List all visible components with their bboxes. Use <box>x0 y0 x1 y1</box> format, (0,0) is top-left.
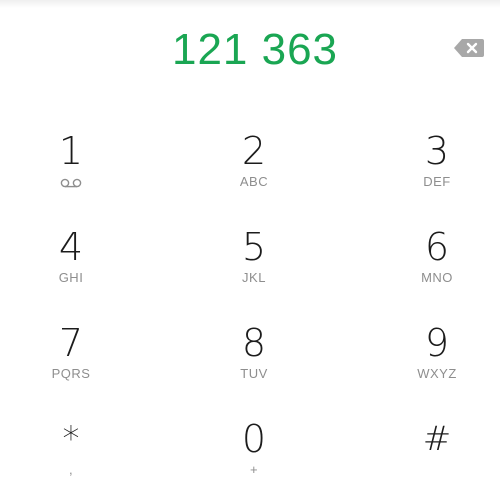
key-digit: 7 <box>58 321 84 365</box>
key-letters: WXYZ <box>417 366 457 381</box>
key-letters: TUV <box>240 366 268 381</box>
key-digit: * <box>62 419 80 459</box>
dial-key-0[interactable]: 0 + <box>194 416 314 500</box>
voicemail-icon <box>60 178 82 187</box>
key-letters: MNO <box>421 270 453 285</box>
key-digit: 6 <box>424 225 450 269</box>
key-digit: 2 <box>241 129 267 173</box>
key-letters <box>377 462 497 478</box>
key-digit: 4 <box>58 225 84 269</box>
key-letters: DEF <box>423 174 451 189</box>
dialer-screen: 121 363 1 2 ABC 3 DEF 4 GHI 5 JKL 6 MNO … <box>0 0 500 500</box>
key-digit: 0 <box>241 417 267 461</box>
key-digit: 8 <box>241 321 267 365</box>
key-letters: PQRS <box>51 366 91 381</box>
backspace-button[interactable] <box>453 38 485 58</box>
key-voicemail <box>11 174 131 190</box>
key-letters: ABC <box>239 174 269 189</box>
key-pause-label: , <box>68 462 74 477</box>
dial-key-8[interactable]: 8 TUV <box>194 320 314 406</box>
key-digit: 3 <box>424 129 450 173</box>
key-plus-label: + <box>249 462 259 477</box>
key-letters: GHI <box>58 270 84 285</box>
key-digit: 5 <box>241 225 267 269</box>
dial-key-star[interactable]: * , <box>11 416 131 500</box>
top-edge-shadow <box>0 0 500 8</box>
key-digit: 9 <box>424 321 450 365</box>
dial-key-7[interactable]: 7 PQRS <box>11 320 131 406</box>
dial-key-9[interactable]: 9 WXYZ <box>377 320 497 406</box>
dial-key-2[interactable]: 2 ABC <box>194 128 314 214</box>
dial-key-hash[interactable]: # <box>377 416 497 500</box>
dial-key-1[interactable]: 1 <box>11 128 131 214</box>
key-digit: 1 <box>58 129 84 173</box>
key-letters: JKL <box>242 270 266 285</box>
backspace-icon <box>454 39 484 57</box>
dial-key-5[interactable]: 5 JKL <box>194 224 314 310</box>
dial-key-3[interactable]: 3 DEF <box>377 128 497 214</box>
dial-key-4[interactable]: 4 GHI <box>11 224 131 310</box>
dialed-number-display: 121 363 <box>171 25 339 74</box>
key-digit: # <box>422 419 452 459</box>
dial-key-6[interactable]: 6 MNO <box>377 224 497 310</box>
